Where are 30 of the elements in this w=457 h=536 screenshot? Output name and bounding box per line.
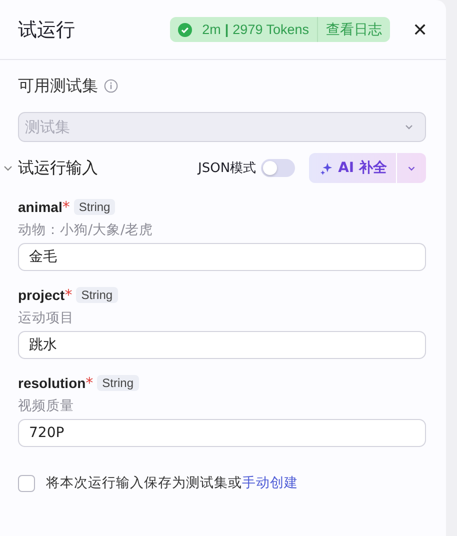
close-button[interactable]: ✕ [410,18,430,42]
checkbox[interactable] [18,474,35,492]
field-description: 动物：小狗/大象/老虎 [18,221,154,239]
type-tag: String [97,375,139,391]
save-option-text: 将本次运行输入保存为测试集或手动创建 [46,474,298,492]
field-description: 视频质量 [18,397,75,415]
input-field[interactable]: 金毛 [18,243,426,271]
duration-text: 2m [202,22,221,37]
required-asterisk: * [64,286,72,304]
tokens-text: 2979 Tokens [232,22,309,37]
manual-create-link[interactable]: 手动创建 [242,475,298,491]
section-title: 试运行输入 [18,158,98,178]
json-mode-toggle[interactable] [261,159,296,177]
field-name: project [18,287,65,303]
input-field[interactable]: 720P [18,419,426,447]
type-tag: String [74,199,116,215]
check-circle-icon [178,22,192,36]
type-tag: String [76,287,118,303]
field-description: 运动项目 [18,309,75,327]
field-name: resolution [18,375,86,391]
info-icon [104,79,118,93]
sparkle-icon [320,162,334,174]
input-field[interactable]: 跳水 [18,331,426,359]
separator-text: | [224,22,229,37]
required-asterisk: * [62,198,70,216]
test-set-label: 可用测试集 [18,76,98,96]
panel-title: 试运行 [18,18,75,42]
required-asterisk: * [86,374,94,392]
field-name: animal [18,199,62,215]
json-mode-label: JSON模式 [198,160,256,177]
